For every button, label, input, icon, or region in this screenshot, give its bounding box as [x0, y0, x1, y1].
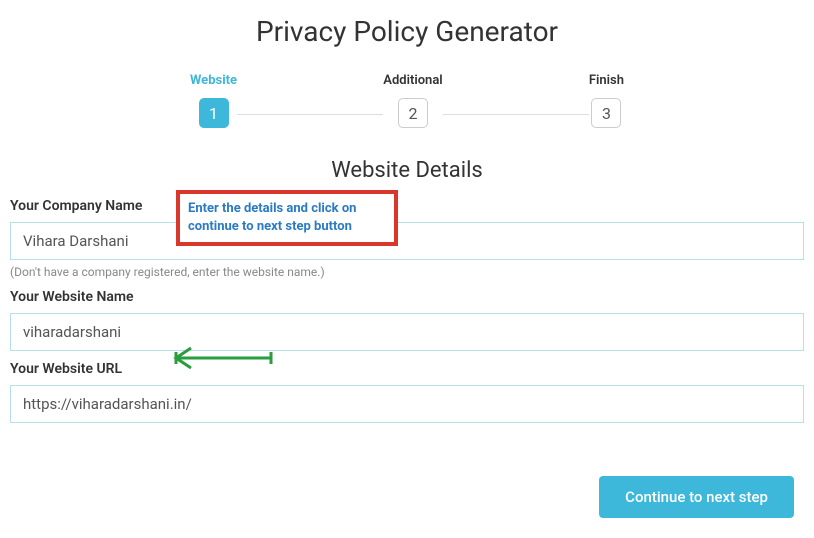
- step-number: 3: [591, 98, 621, 128]
- step-number: 2: [398, 98, 428, 128]
- arrow-left-icon: [156, 344, 276, 372]
- step-finish[interactable]: Finish 3: [589, 73, 624, 128]
- continue-button[interactable]: Continue to next step: [599, 476, 794, 518]
- page-title: Privacy Policy Generator: [0, 0, 814, 73]
- company-name-group: Your Company Name (Don't have a company …: [10, 198, 804, 279]
- step-additional[interactable]: Additional 2: [383, 73, 442, 128]
- form: Your Company Name (Don't have a company …: [0, 198, 814, 423]
- website-name-input[interactable]: [10, 313, 804, 351]
- step-connector: [443, 114, 589, 115]
- step-connector: [237, 114, 383, 115]
- company-name-hint: (Don't have a company registered, enter …: [10, 265, 804, 279]
- step-number: 1: [199, 98, 229, 128]
- stepper: Website 1 Additional 2 Finish 3: [0, 73, 814, 158]
- annotation-callout-text: Enter the details and click on continue …: [188, 200, 386, 236]
- arrow-annotation: [156, 344, 276, 376]
- website-name-group: Your Website Name: [10, 289, 804, 351]
- step-website[interactable]: Website 1: [190, 73, 237, 128]
- annotation-callout: Enter the details and click on continue …: [176, 190, 398, 246]
- step-label: Website: [190, 73, 237, 88]
- website-name-label: Your Website Name: [10, 289, 804, 305]
- website-url-label: Your Website URL: [10, 361, 804, 377]
- website-url-input[interactable]: [10, 385, 804, 423]
- step-label: Finish: [589, 73, 624, 88]
- step-label: Additional: [383, 73, 442, 88]
- section-title: Website Details: [0, 158, 814, 183]
- website-url-group: Your Website URL: [10, 361, 804, 423]
- company-name-label: Your Company Name: [10, 198, 804, 214]
- company-name-input[interactable]: [10, 222, 804, 260]
